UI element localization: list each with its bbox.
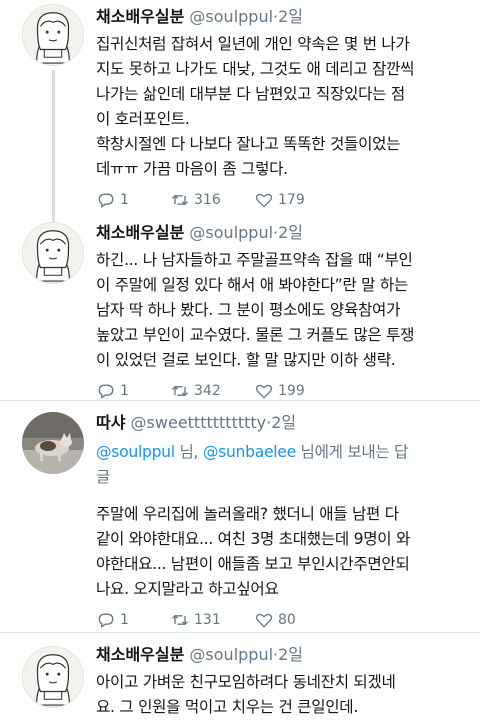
user-handle[interactable]: @soulppul: [189, 223, 273, 242]
like-button[interactable]: 199: [254, 381, 338, 401]
mention-link[interactable]: @sunbaelee: [203, 443, 296, 461]
retweet-button[interactable]: 131: [170, 610, 254, 630]
like-button[interactable]: 179: [254, 190, 338, 210]
avatar[interactable]: [22, 222, 84, 284]
avatar-illustration: [23, 223, 83, 283]
text-line: 데ㅠㅠ 가끔 마음이 좀 그렇다.: [96, 160, 288, 178]
tweet-divider: [0, 632, 480, 633]
retweet-count: 342: [194, 383, 221, 399]
reply-count: 1: [120, 383, 129, 399]
retweet-icon: [172, 614, 188, 626]
tweet[interactable]: 채소배우실분 @soulppul·2일 하긴... 나 남자들하고 주말골프약속…: [0, 212, 480, 400]
tweet-header: 채소배우실분 @soulppul·2일: [96, 220, 468, 246]
reply-icon: [98, 193, 114, 208]
replying-to: @soulppul 님, @sunbaelee 님에게 보내는 답 글: [96, 440, 468, 490]
timestamp[interactable]: 2일: [278, 223, 303, 242]
user-handle[interactable]: @sweettttttttttty: [131, 413, 267, 432]
replying-suffix: 글: [96, 468, 111, 486]
tweet[interactable]: 채소배우실분 @soulppul·2일 집귀신처럼 잡혀서 일년에 개인 약속은…: [0, 0, 480, 228]
text-line: 집귀신처럼 잡혀서 일년에 개인 약속은 몇 번 나가: [96, 35, 410, 53]
reply-count: 1: [120, 192, 129, 208]
heart-icon: [255, 384, 273, 399]
retweet-icon: [172, 194, 188, 206]
text-line: 나요. 오지말라고 하고싶어요: [96, 580, 279, 598]
text-line: 아이고 가벼운 친구모임하려다 동네잔치 되겠네: [96, 673, 396, 691]
display-name[interactable]: 채소배우실분: [96, 7, 184, 26]
tweet-header: 따샤 @sweettttttttttty·2일: [96, 410, 468, 436]
text-line: 높았고 부인이 교수였다. 물론 그 커플도 많은 투쟁: [96, 326, 415, 344]
tweet-text: 아이고 가벼운 친구모임하려다 동네잔치 되겠네 요. 그 인원을 먹이고 치우…: [96, 670, 468, 720]
display-name[interactable]: 채소배우실분: [96, 645, 184, 664]
text-line: 학창시절엔 다 나보다 잘나고 똑똑한 것들이었는: [96, 135, 401, 153]
reply-icon: [98, 384, 114, 399]
replying-suffix: 님에게 보내는 답: [295, 443, 409, 461]
mention-link[interactable]: @soulppul: [96, 443, 175, 461]
avatar[interactable]: [22, 4, 84, 66]
reply-button[interactable]: 1: [96, 190, 170, 210]
tweet-text: 집귀신처럼 잡혀서 일년에 개인 약속은 몇 번 나가 지도 못하고 나가도 대…: [96, 32, 468, 182]
retweet-button[interactable]: 342: [170, 381, 254, 401]
text-line: 같이 와야한대요... 여친 3명 초대했는데 9명이 와: [96, 530, 410, 548]
display-name[interactable]: 따샤: [96, 413, 125, 432]
tweet-actions: 1 131 80: [96, 608, 468, 632]
text-line: 남자 딱 하나 봤다. 그 분이 평소에도 양육참여가: [96, 301, 401, 319]
timestamp[interactable]: 2일: [278, 645, 303, 664]
tweet-text: 주말에 우리집에 놀러올래? 했더니 애들 남편 다 같이 와야한대요... 여…: [96, 502, 468, 602]
heart-icon: [255, 193, 273, 208]
user-handle[interactable]: @soulppul: [189, 645, 273, 664]
display-name[interactable]: 채소배우실분: [96, 223, 184, 242]
like-count: 199: [278, 383, 305, 399]
retweet-count: 131: [194, 612, 221, 628]
retweet-count: 316: [194, 192, 221, 208]
replying-separator: 님,: [174, 443, 203, 461]
thread-line: [52, 70, 55, 228]
text-line: 하긴... 나 남자들하고 주말골프약속 잡을 때 “부인: [96, 251, 413, 269]
text-line: 이 주말에 일정 있다 해서 애 봐야한다”란 말 하는: [96, 276, 408, 294]
text-line: 요. 그 인원을 먹이고 치우는 건 큰일인데.: [96, 698, 358, 716]
like-count: 179: [278, 192, 305, 208]
retweet-icon: [172, 385, 188, 397]
text-line: 주말에 우리집에 놀러올래? 했더니 애들 남편 다: [96, 505, 399, 523]
text-line: 이 호러포인트.: [96, 110, 190, 128]
text-line: 야한대요... 남편이 애들좀 보고 부인시간주면안되: [96, 555, 410, 573]
tweet[interactable]: 채소배우실분 @soulppul·2일 아이고 가벼운 친구모임하려다 동네잔치…: [0, 634, 480, 720]
user-handle[interactable]: @soulppul: [189, 7, 273, 26]
tweet-divider: [0, 400, 480, 401]
reply-button[interactable]: 1: [96, 381, 170, 401]
retweet-button[interactable]: 316: [170, 190, 254, 210]
cat-photo: [22, 412, 84, 474]
timestamp[interactable]: 2일: [278, 7, 303, 26]
reply-icon: [98, 613, 114, 628]
reply-count: 1: [120, 612, 129, 628]
heart-icon: [255, 613, 273, 628]
like-button[interactable]: 80: [254, 610, 338, 630]
tweet-header: 채소배우실분 @soulppul·2일: [96, 642, 468, 668]
tweet[interactable]: 따샤 @sweettttttttttty·2일 @soulppul 님, @su…: [0, 402, 480, 632]
tweet-header: 채소배우실분 @soulppul·2일: [96, 4, 468, 30]
text-line: 지도 못하고 나가도 대낮, 그것도 애 데리고 잠깐씩: [96, 60, 415, 78]
reply-button[interactable]: 1: [96, 610, 170, 630]
tweet-text: 하긴... 나 남자들하고 주말골프약속 잡을 때 “부인 이 주말에 일정 있…: [96, 248, 468, 373]
tweet-actions: 1 316 179: [96, 188, 468, 212]
avatar[interactable]: [22, 412, 84, 474]
avatar-illustration: [23, 647, 83, 707]
text-line: 이 있었던 걸로 보인다. 할 말 많지만 이하 생략.: [96, 351, 396, 369]
timestamp[interactable]: 2일: [271, 413, 296, 432]
avatar[interactable]: [22, 646, 84, 708]
like-count: 80: [278, 612, 296, 628]
text-line: 나가는 삶인데 대부분 다 남편있고 직장있다는 점: [96, 85, 405, 103]
avatar-illustration: [23, 5, 83, 65]
